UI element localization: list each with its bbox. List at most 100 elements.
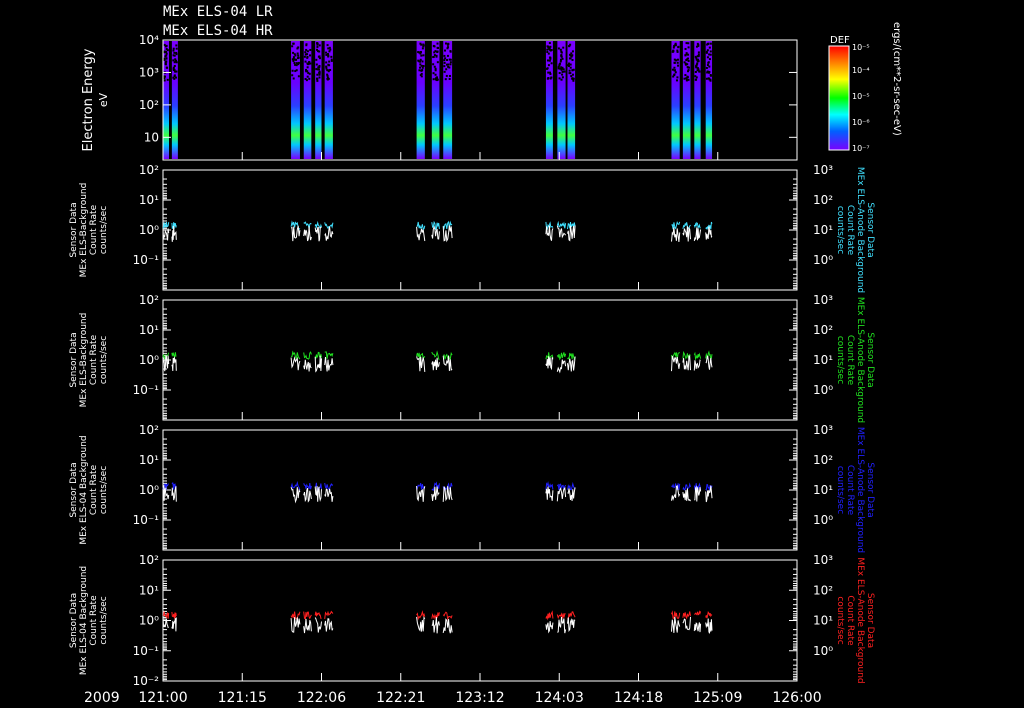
x-tick-label: 124:18	[614, 690, 663, 706]
spectrogram-gap-pixel	[164, 62, 167, 65]
spectrogram-gap-pixel	[432, 78, 435, 81]
spectrogram-gap-pixel	[558, 62, 561, 65]
series-segment	[545, 486, 554, 501]
series-segment	[705, 610, 713, 619]
y-tick-label: 10²	[139, 98, 159, 112]
spectrogram-gap-pixel	[568, 45, 571, 48]
colorbar-tick-1: 10⁻⁵	[852, 43, 870, 52]
spectrogram-gap-pixel	[166, 78, 169, 81]
spectrogram-gap-pixel	[571, 69, 574, 72]
spectrogram-gap-pixel	[422, 65, 425, 68]
series-segment	[303, 359, 312, 372]
y-tick-label-right: 10⁰	[813, 513, 833, 527]
spectrogram-gap-pixel	[547, 71, 550, 74]
spectrogram-gap-pixel	[164, 45, 167, 48]
y-axis-label-line: Count Rate	[89, 204, 99, 255]
series-segment	[416, 356, 426, 372]
spectrogram-gap-pixel	[547, 64, 550, 67]
spectrogram-gap-pixel	[292, 77, 295, 80]
y-tick-label-left: 10¹	[139, 193, 159, 207]
spectrogram-gap-pixel	[315, 48, 318, 51]
y-tick-label-right: 10¹	[813, 614, 833, 628]
spectrogram-gap-pixel	[705, 66, 708, 69]
spectrogram-gap-pixel	[327, 69, 330, 72]
spectrogram-gap-pixel	[307, 71, 310, 74]
series-segment	[693, 227, 702, 242]
spectrogram-gap-pixel	[676, 58, 679, 61]
colorbar-label: DEF	[830, 35, 850, 46]
spectrogram-gap-pixel	[561, 76, 564, 79]
spectrogram-gap-pixel	[708, 70, 711, 73]
series-segment	[324, 618, 334, 632]
spectrogram-gap-pixel	[674, 42, 677, 45]
spectrogram-gap-pixel	[305, 43, 308, 46]
y-axis-label-line: Count Rate	[89, 464, 99, 515]
spectrogram-gap-pixel	[549, 72, 552, 75]
series-segment	[682, 226, 691, 242]
colorbar-units: ergs/(cm**2-sr-sec-eV)	[891, 22, 902, 136]
spectrogram-gap-pixel	[568, 69, 571, 72]
spectrogram-gap-pixel	[561, 70, 564, 73]
series-segment	[324, 226, 334, 241]
spectrogram-gap-pixel	[163, 50, 166, 53]
spectrogram-gap-pixel	[292, 57, 295, 60]
series-segment	[290, 225, 301, 242]
spectrogram-gap-pixel	[687, 78, 690, 81]
series-segment	[545, 610, 554, 621]
spectrogram-gap-pixel	[571, 73, 574, 76]
spectrogram-gap-pixel	[705, 77, 708, 80]
y-axis-label-line: Sensor Data	[69, 462, 79, 517]
spectrogram-gap-pixel	[420, 54, 423, 57]
y-tick-label: 10⁴	[139, 33, 159, 47]
series-segment	[431, 481, 440, 492]
y-axis-label-line: Sensor Data	[69, 332, 79, 387]
y-axis-label-left: Sensor DataMEx ELS-BackgroundCount Ratec…	[69, 183, 109, 278]
spectrogram-gap-pixel	[309, 54, 312, 57]
spectrogram-gap-pixel	[421, 47, 424, 50]
panel-count-rate-3: 10²10¹10⁰10⁻¹10³10²10¹10⁰Sensor DataMEx …	[69, 423, 875, 553]
y-axis-label-line: counts/sec	[99, 336, 109, 384]
y-tick-label-right: 10¹	[813, 223, 833, 237]
series-segment	[671, 355, 681, 372]
spectrogram-gap-pixel	[696, 55, 699, 58]
spectrogram-gap-pixel	[548, 42, 551, 45]
y-axis-label-line: Sensor Data	[865, 593, 875, 648]
x-tick-label: 122:21	[376, 690, 425, 706]
spectrogram-gap-pixel	[676, 76, 679, 79]
spectrogram-gap-pixel	[418, 69, 421, 72]
x-tick-label: 122:06	[297, 690, 346, 706]
spectrogram-gap-pixel	[673, 66, 676, 69]
series-segment	[171, 356, 177, 372]
spectrogram-gap-pixel	[432, 55, 435, 58]
y-axis-label-line: MEx ELS-04 Background	[79, 566, 89, 675]
spectrogram-gap-pixel	[677, 64, 680, 67]
y-tick-label-right: 10¹	[813, 483, 833, 497]
header-line2: MEx ELS-04 HR	[163, 23, 273, 39]
spectrogram-gap-pixel	[559, 48, 562, 51]
spectrogram-gap-pixel	[436, 46, 439, 49]
spectrogram-gap-pixel	[448, 74, 451, 77]
series-segment	[290, 356, 301, 371]
y-tick-label-right: 10³	[813, 293, 833, 307]
spectrogram-gap-pixel	[433, 45, 436, 48]
spectrogram-gap-pixel	[419, 51, 422, 54]
spectrogram-gap-pixel	[315, 68, 318, 71]
spectrogram-gap-pixel	[449, 50, 452, 53]
spectrogram-gap-pixel	[318, 76, 321, 79]
spectrogram-band	[557, 41, 566, 159]
spectrogram-gap-pixel	[175, 51, 178, 54]
spectrogram-gap-pixel	[433, 51, 436, 54]
spectrogram-gap-pixel	[695, 76, 698, 79]
x-tick-label: 121:00	[138, 690, 187, 706]
y-axis-label-line: counts/sec	[99, 596, 109, 644]
y-axis-label-left: Sensor DataMEx ELS-04 BackgroundCount Ra…	[69, 435, 109, 544]
spectrogram-gap-pixel	[449, 63, 452, 66]
y-tick-label-right: 10⁰	[813, 383, 833, 397]
spectrogram-gap-pixel	[297, 75, 300, 78]
y-tick-label-left: 10¹	[139, 453, 159, 467]
spectrogram-gap-pixel	[685, 42, 688, 45]
series-segment	[303, 226, 312, 242]
series-segment	[303, 351, 312, 360]
series-segment	[171, 617, 177, 632]
y-axis-label-line: MEx ELS-Anode Background	[855, 297, 865, 423]
